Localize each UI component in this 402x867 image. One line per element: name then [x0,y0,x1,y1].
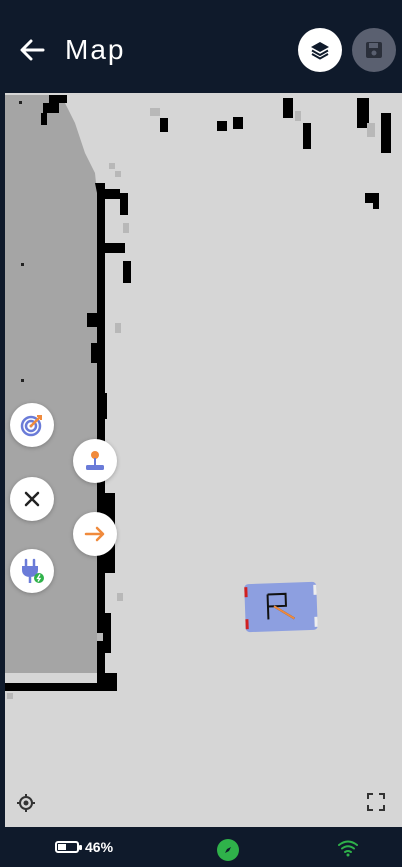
obstacle [367,123,375,137]
obstacle [160,118,168,132]
locate-button[interactable] [16,793,42,819]
arrow-left-icon [20,39,45,61]
joystick-button[interactable] [73,439,117,483]
occupancy-map[interactable] [5,93,402,827]
plug-icon [22,558,44,583]
noise [97,633,103,641]
map-dot [7,693,13,699]
layers-icon [311,42,329,60]
layers-button[interactable] [298,28,342,72]
wall-seg [97,393,107,419]
joystick-icon [86,451,104,470]
wall-seg [120,193,128,215]
target-icon [20,415,42,437]
obstacle [150,108,160,116]
battery-fill [58,844,67,850]
obstacle [217,121,227,131]
obstacle [381,113,391,153]
arrow-right-icon [84,526,105,542]
back-button[interactable] [12,30,52,70]
battery-indicator: 46% [55,839,113,855]
robot-icon [244,581,318,633]
obstacle [295,111,301,121]
noise [115,323,121,333]
floppy-disk-icon [366,42,382,58]
compass-icon[interactable] [217,839,239,861]
compass-needle [225,847,231,853]
noise [109,163,115,169]
move-arrow-button[interactable] [73,512,117,556]
battery-icon [55,841,82,853]
noise [117,593,123,601]
wall-seg [87,313,99,327]
crosshair-icon [17,794,35,812]
obstacle [303,123,311,149]
save-button[interactable] [352,28,396,72]
page-title: Map [65,34,126,65]
noise [123,223,129,233]
wifi-icon [337,839,359,862]
wall-seg [49,95,67,103]
noise [115,171,121,177]
map-canvas [5,95,391,699]
wall-seg [105,243,125,253]
wall-seg [100,189,120,199]
map-dot [21,263,24,266]
obstacle [283,98,293,118]
wall-seg [123,261,131,283]
wall-seg [43,103,59,113]
wall-seg [41,113,47,125]
map-dot [21,379,24,382]
obstacle [373,199,379,209]
app-header: Map [0,0,402,92]
close-button[interactable] [10,477,54,521]
fullscreen-button[interactable] [367,793,393,819]
fullscreen-icon [367,793,385,811]
obstacle [233,117,243,129]
close-icon [24,491,40,507]
status-bar: 46% [0,827,402,867]
target-button[interactable] [10,403,54,447]
map-dot [19,101,22,104]
battery-percent: 46% [85,839,114,855]
charger-button[interactable] [10,549,54,593]
wall-seg [91,343,101,363]
robot-marker[interactable] [243,581,319,634]
